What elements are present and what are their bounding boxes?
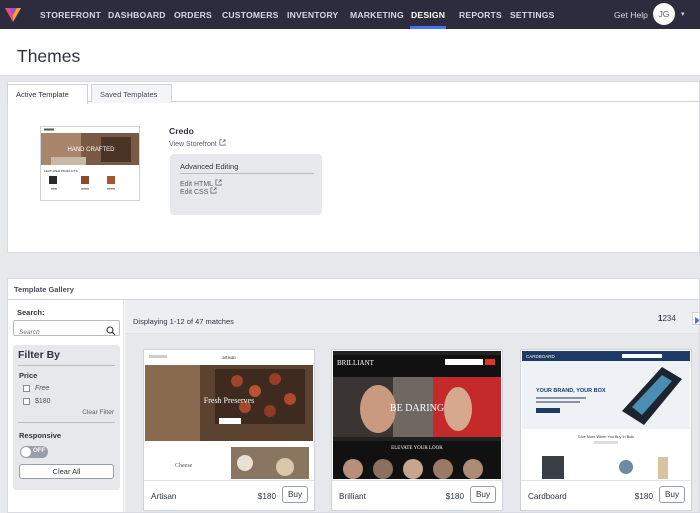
external-link-icon [210,187,217,196]
nav-inventory[interactable]: INVENTORY [287,0,338,29]
thumb-section: FEATURED PRODUCTS [44,169,78,173]
template-card-artisan[interactable]: artisan Fresh Preserves Cheese Artisan $… [143,349,315,511]
chevron-down-icon[interactable]: ▾ [681,10,685,18]
card-footer: Brilliant $180 Buy [332,480,502,510]
brilliant-brand: BRILLIANT [337,359,375,367]
top-navigation-bar: STOREFRONT DASHBOARD ORDERS CUSTOMERS IN… [0,0,700,29]
nav-marketing[interactable]: MARKETING [350,0,404,29]
card-footer: Artisan $180 Buy [144,480,314,510]
clear-all-button[interactable]: Clear All [19,464,114,479]
card-footer: Cardboard $180 Buy [521,480,691,510]
artisan-sub-text: Cheese [175,463,193,469]
template-price: $180 [634,492,653,501]
chevron-right-icon [695,317,699,324]
nav-settings[interactable]: SETTINGS [510,0,555,29]
template-price: $180 [445,492,464,501]
template-name: Artisan [151,492,177,501]
price-180-label: $180 [35,398,51,405]
search-input[interactable] [19,325,103,340]
cardboard-hero-text: YOUR BRAND, YOUR BOX [536,388,606,394]
nav-dashboard[interactable]: DASHBOARD [108,0,166,29]
nav-reports[interactable]: REPORTS [459,0,502,29]
template-name: Cardboard [528,492,567,501]
nav-customers[interactable]: CUSTOMERS [222,0,279,29]
divider [18,422,115,423]
buy-button[interactable]: Buy [659,486,685,503]
gallery-title: Template Gallery [14,285,74,294]
theme-name: Credo [169,126,194,136]
template-card-brilliant[interactable]: BRILLIANT BE DARING ELEVATE YOUR LOOK Br… [331,349,503,511]
brilliant-sub-text: ELEVATE YOUR LOOK [391,446,443,451]
search-label: Search: [17,308,45,317]
edit-css-label: Edit CSS [180,189,209,196]
template-thumbnail-brilliant[interactable]: BRILLIANT BE DARING ELEVATE YOUR LOOK [333,351,501,479]
active-theme-thumbnail[interactable]: HAND CRAFTED FEATURED PRODUCTS [40,126,140,201]
divider [18,365,115,366]
brilliant-hero-text: BE DARING [390,403,444,414]
filter-title: Filter By [18,349,61,361]
buy-button[interactable]: Buy [282,486,308,503]
advanced-editing-box: Advanced Editing Edit HTML Edit CSS [170,154,322,215]
artisan-hero-text: Fresh Preserves [204,396,254,405]
volusion-logo-icon[interactable] [0,0,26,29]
gallery-main: Displaying 1-12 of 47 matches 1234 artis… [125,300,699,512]
gallery-header: Template Gallery [8,279,699,300]
divider [180,173,314,174]
template-thumbnail-artisan[interactable]: artisan Fresh Preserves Cheese [145,351,313,479]
page-header: Themes [0,29,700,76]
active-template-panel: Active Template Saved Templates HAND CRA… [7,81,700,253]
template-tabs: Active Template Saved Templates [7,82,699,104]
template-name: Brilliant [339,492,366,501]
template-gallery-panel: Template Gallery Search: Filter By Price… [7,278,700,513]
template-thumbnail-cardboard[interactable]: CARDBOARD YOUR BRAND, YOUR BOX Give More… [522,351,690,479]
view-storefront-label: View Storefront [169,141,217,148]
page-title: Themes [17,46,81,66]
responsive-toggle[interactable]: OFF [20,446,48,458]
edit-css-link[interactable]: Edit CSS [180,187,217,196]
pagination: 1234 [658,314,676,323]
toggle-state: OFF [33,448,45,454]
cardboard-sub-text: Give More When You Buy In Bulk [578,435,634,439]
matches-count: Displaying 1-12 of 47 matches [133,317,234,326]
price-free-checkbox[interactable] [23,385,30,392]
search-icon[interactable] [106,323,116,341]
cardboard-brand: CARDBOARD [526,354,556,359]
nav-design[interactable]: DESIGN [410,0,447,29]
artisan-brand: artisan [222,356,236,361]
price-180-checkbox[interactable] [23,398,30,405]
filter-panel: Filter By Price Free $180 Clear Filter R… [13,345,120,490]
responsive-label: Responsive [19,431,62,440]
next-page-button[interactable] [692,312,699,325]
buy-button[interactable]: Buy [470,486,496,503]
nav-orders[interactable]: ORDERS [174,0,212,29]
clear-filter-link[interactable]: Clear Filter [82,409,114,416]
tab-active-template[interactable]: Active Template [7,84,88,104]
nav-storefront[interactable]: STOREFRONT [40,0,101,29]
view-storefront-link[interactable]: View Storefront [169,139,226,148]
gallery-sidebar: Search: Filter By Price Free $180 Clear … [8,300,124,512]
get-help-link[interactable]: Get Help [614,0,648,29]
price-label: Price [19,371,38,380]
tab-saved-templates[interactable]: Saved Templates [91,84,172,103]
price-free-label: Free [35,385,50,392]
results-bar: Displaying 1-12 of 47 matches 1234 [125,300,699,334]
page-4[interactable]: 4 [671,314,675,323]
search-box [13,320,120,340]
template-card-cardboard[interactable]: CARDBOARD YOUR BRAND, YOUR BOX Give More… [520,349,692,511]
avatar[interactable]: JG [653,3,675,25]
toggle-knob [21,447,31,457]
external-link-icon [219,139,226,148]
thumb-headline: HAND CRAFTED [67,147,115,153]
template-price: $180 [257,492,276,501]
advanced-editing-title: Advanced Editing [180,162,239,171]
